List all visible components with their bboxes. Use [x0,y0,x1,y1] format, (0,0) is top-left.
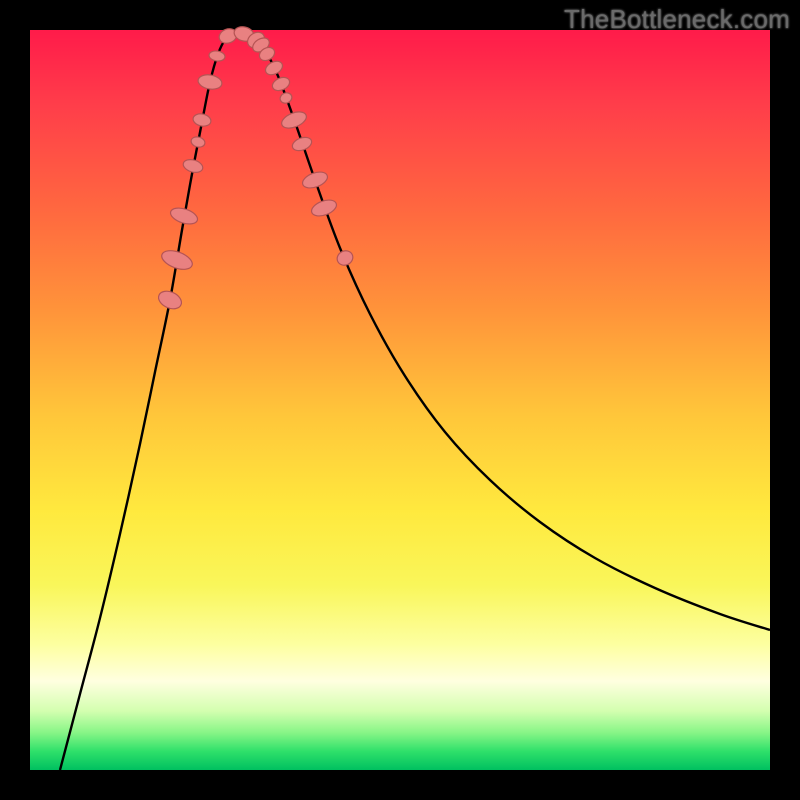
curve-marker [335,248,356,268]
curve-marker [291,135,314,153]
chart-plot-area [30,30,770,770]
chart-frame: TheBottleneck.com [0,0,800,800]
curve-marker [156,288,184,312]
curve-marker [263,59,284,78]
curve-marker [300,169,329,191]
curve-marker [270,75,291,93]
curve-marker [279,109,308,132]
chart-svg [30,30,770,770]
curve-marker [190,135,206,148]
watermark-text: TheBottleneck.com [564,4,790,35]
curve-marker [279,91,294,105]
curve-markers [156,25,355,313]
curve-marker [182,157,205,174]
curve-marker [192,112,212,127]
curve-marker [159,247,195,273]
bottleneck-curve [60,31,770,770]
curve-marker [169,205,200,227]
curve-marker [197,73,223,91]
curve-marker [309,197,338,219]
curve-marker [208,50,225,62]
